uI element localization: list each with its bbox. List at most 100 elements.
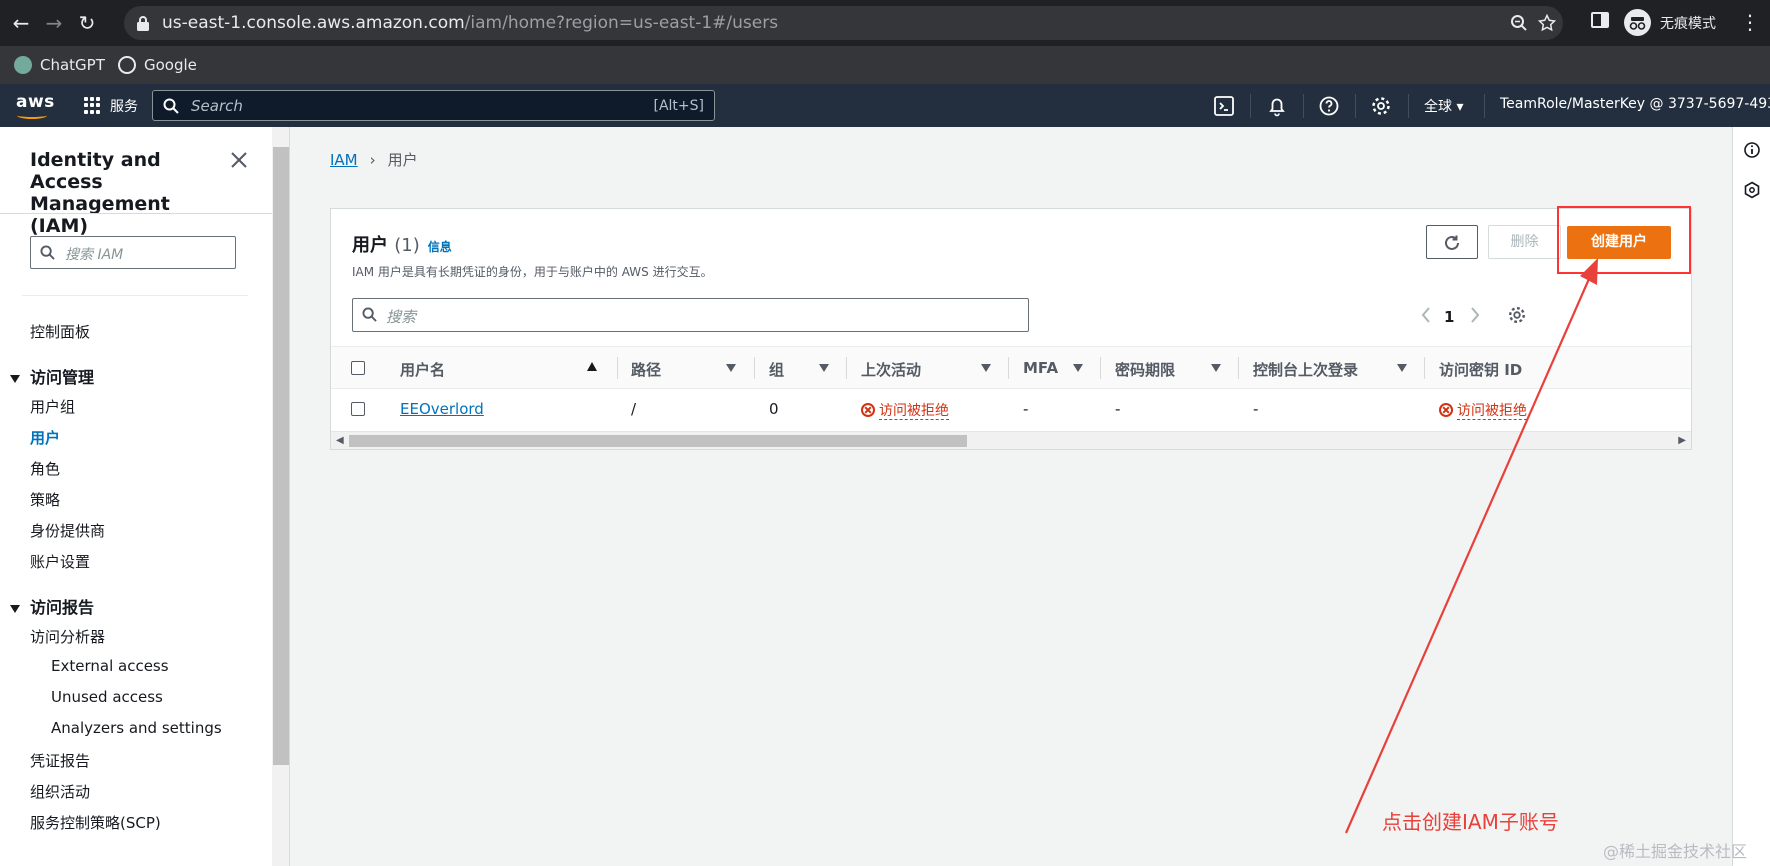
close-icon[interactable]: [228, 149, 250, 171]
scroll-right-icon[interactable]: ▶: [1678, 435, 1686, 446]
info-link[interactable]: 信息: [428, 240, 452, 254]
username-link[interactable]: EEOverlord: [400, 400, 484, 418]
scroll-left-icon[interactable]: ◀: [336, 435, 344, 446]
scrollbar-thumb[interactable]: [273, 147, 289, 765]
bookmarks-bar: ChatGPT Google: [0, 46, 1770, 84]
sidebar-item-external-access[interactable]: External access: [51, 657, 169, 675]
sort-icon[interactable]: [981, 364, 991, 372]
column-header-last-activity[interactable]: 上次活动: [861, 359, 921, 380]
sidebar-title: Identity and Access Management (IAM): [30, 149, 170, 237]
column-header-access-key-id[interactable]: 访问密钥 ID: [1439, 359, 1522, 380]
sidebar-item-organization-activity[interactable]: 组织活动: [30, 781, 90, 802]
aws-search-input[interactable]: Search [Alt+S]: [152, 90, 715, 121]
user-search-input[interactable]: 搜索: [352, 298, 1029, 332]
services-menu[interactable]: 服务: [110, 96, 138, 116]
groups-cell: 0: [769, 400, 779, 418]
column-header-groups[interactable]: 组: [769, 359, 784, 380]
sort-icon[interactable]: [819, 364, 829, 372]
refresh-button[interactable]: [1426, 225, 1478, 259]
back-icon[interactable]: ←: [9, 11, 33, 35]
users-panel: 用户 (1) 信息 IAM 用户是具有长期凭证的身份，用于与账户中的 AWS 进行…: [330, 206, 1692, 450]
bookmark-google[interactable]: Google: [118, 55, 197, 75]
search-placeholder: Search: [191, 97, 243, 115]
aws-top-nav: aws 服务 Search [Alt+S] 全球 ▾ TeamRole/Mast…: [0, 84, 1770, 127]
forward-icon[interactable]: →: [42, 11, 66, 35]
page-number[interactable]: 1: [1444, 308, 1454, 326]
column-header-username[interactable]: 用户名: [400, 359, 445, 380]
url-text: us-east-1.console.aws.amazon.com/iam/hom…: [162, 13, 779, 33]
chatgpt-icon: [14, 56, 32, 74]
info-icon[interactable]: [1743, 141, 1761, 159]
prev-page-icon[interactable]: [1418, 305, 1434, 325]
mfa-cell: -: [1023, 400, 1029, 418]
sort-icon[interactable]: [1073, 364, 1083, 372]
bookmark-star-icon[interactable]: [1538, 14, 1556, 32]
last-activity-cell[interactable]: 访问被拒绝: [861, 400, 949, 420]
table-horizontal-scrollbar[interactable]: ◀ ▶: [331, 431, 1691, 449]
scrollbar-thumb[interactable]: [349, 435, 967, 447]
column-header-path[interactable]: 路径: [631, 359, 661, 380]
access-key-cell[interactable]: 访问被拒绝: [1439, 400, 1527, 420]
row-checkbox[interactable]: [351, 402, 365, 416]
column-header-mfa[interactable]: MFA: [1023, 359, 1058, 377]
sidebar-item-policies[interactable]: 策略: [30, 489, 60, 510]
address-bar[interactable]: us-east-1.console.aws.amazon.com/iam/hom…: [124, 6, 1563, 40]
services-grid-icon[interactable]: [84, 97, 101, 114]
sidebar-item-identity-providers[interactable]: 身份提供商: [30, 520, 105, 541]
column-header-console-last-signin[interactable]: 控制台上次登录: [1253, 359, 1358, 380]
caret-down-icon: [10, 374, 20, 383]
console-last-signin-cell: -: [1253, 400, 1259, 418]
sidebar-search-placeholder: 搜索 IAM: [65, 247, 124, 263]
settings-gear-icon[interactable]: [1370, 95, 1392, 117]
user-count: (1): [394, 235, 420, 256]
sort-ascending-icon[interactable]: [587, 362, 597, 371]
sidebar-search-input[interactable]: 搜索 IAM: [30, 236, 236, 269]
side-panel-icon[interactable]: [1590, 10, 1610, 30]
region-selector[interactable]: 全球 ▾: [1424, 96, 1463, 116]
delete-button[interactable]: 删除: [1488, 225, 1561, 259]
breadcrumb-current: 用户: [387, 151, 418, 169]
table-preferences-gear-icon[interactable]: [1507, 305, 1527, 325]
breadcrumb: IAM › 用户: [330, 149, 418, 170]
account-menu[interactable]: TeamRole/MasterKey @ 3737-5697-4935 ▾: [1500, 96, 1770, 112]
sort-icon[interactable]: [1397, 364, 1407, 372]
aws-logo[interactable]: aws: [16, 92, 55, 112]
sidebar-item-analyzers-settings[interactable]: Analyzers and settings: [51, 719, 222, 737]
sidebar-item-users[interactable]: 用户: [30, 427, 60, 448]
sidebar-item-dashboard[interactable]: 控制面板: [30, 321, 90, 342]
sort-icon[interactable]: [1211, 364, 1221, 372]
sidebar-section-access-reports[interactable]: 访问报告: [10, 594, 94, 618]
cloudshell-icon[interactable]: [1213, 95, 1235, 117]
sidebar-item-user-groups[interactable]: 用户组: [30, 396, 75, 417]
sidebar-item-scp[interactable]: 服务控制策略(SCP): [30, 812, 161, 833]
incognito-icon[interactable]: [1624, 9, 1651, 36]
notifications-bell-icon[interactable]: [1266, 95, 1288, 117]
select-all-checkbox[interactable]: [351, 361, 365, 375]
sidebar-item-roles[interactable]: 角色: [30, 458, 60, 479]
aws-logo-smile: [17, 112, 47, 119]
hexagon-icon[interactable]: [1743, 181, 1761, 199]
sidebar-item-account-settings[interactable]: 账户设置: [30, 551, 90, 572]
sidebar-item-unused-access[interactable]: Unused access: [51, 688, 163, 706]
search-icon: [163, 98, 179, 114]
reload-icon[interactable]: ↻: [75, 11, 99, 35]
error-x-icon: [861, 403, 875, 417]
table-row[interactable]: EEOverlord / 0 访问被拒绝 - - - 访问被拒绝: [331, 389, 1691, 429]
browser-menu-icon[interactable]: ⋮: [1740, 10, 1760, 34]
sort-icon[interactable]: [726, 364, 736, 372]
table-header: 用户名 路径 组 上次活动 MFA 密码期限 控制台上次登录 访问密钥 ID: [331, 346, 1691, 389]
lock-icon: [137, 16, 149, 31]
sidebar-section-access-management[interactable]: 访问管理: [10, 364, 94, 388]
help-icon[interactable]: [1318, 95, 1340, 117]
next-page-icon[interactable]: [1467, 305, 1483, 325]
bookmark-chatgpt[interactable]: ChatGPT: [14, 55, 105, 75]
zoom-icon[interactable]: [1510, 14, 1528, 32]
sidebar-item-credential-report[interactable]: 凭证报告: [30, 750, 90, 771]
column-header-password-age[interactable]: 密码期限: [1115, 359, 1175, 380]
panel-title: 用户 (1) 信息: [352, 235, 452, 256]
sidebar-scrollbar[interactable]: [272, 127, 290, 866]
search-placeholder: 搜索: [386, 308, 417, 326]
caret-down-icon: [10, 604, 20, 613]
sidebar-item-access-analyzer[interactable]: 访问分析器: [30, 626, 105, 647]
breadcrumb-iam[interactable]: IAM: [330, 151, 358, 169]
